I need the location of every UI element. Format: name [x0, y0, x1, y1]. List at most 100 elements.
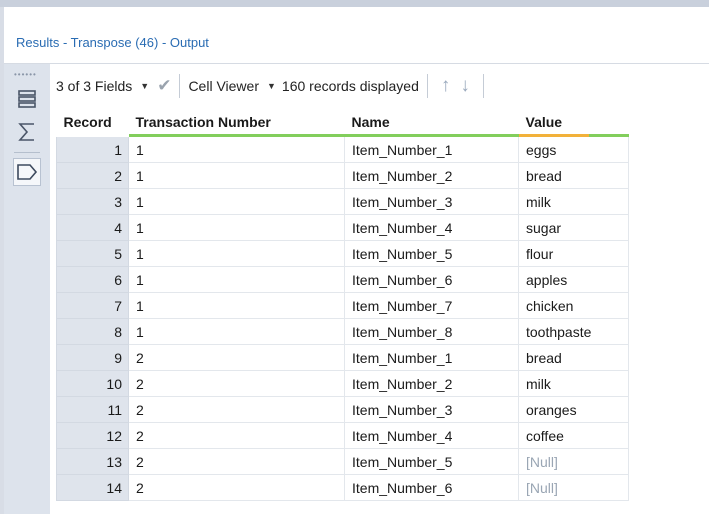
transaction-number-cell[interactable]: 2 — [128, 396, 345, 423]
table-row[interactable]: 11 2 Item_Number_3 oranges — [56, 396, 629, 423]
name-cell[interactable]: Item_Number_3 — [344, 396, 519, 423]
toolbar-separator — [179, 74, 181, 98]
transaction-number-cell[interactable]: 1 — [128, 292, 345, 319]
arrow-up-icon[interactable]: ↑ — [441, 75, 451, 97]
transaction-number-cell[interactable]: 1 — [128, 135, 345, 163]
table-row[interactable]: 3 1 Item_Number_3 milk — [56, 188, 629, 215]
record-cell[interactable]: 12 — [56, 422, 129, 449]
chevron-down-icon: ▼ — [266, 81, 276, 91]
table-row[interactable]: 12 2 Item_Number_4 coffee — [56, 422, 629, 449]
transaction-number-cell[interactable]: 2 — [128, 448, 345, 475]
record-cell[interactable]: 14 — [56, 474, 129, 501]
value-cell[interactable]: milk — [518, 188, 629, 215]
record-cell[interactable]: 8 — [56, 318, 129, 345]
name-cell[interactable]: Item_Number_6 — [344, 266, 519, 293]
name-cell[interactable]: Item_Number_5 — [344, 448, 519, 475]
table-view-button[interactable] — [14, 86, 40, 112]
table-row[interactable]: 2 1 Item_Number_2 bread — [56, 162, 629, 189]
value-cell[interactable]: oranges — [518, 396, 629, 423]
summary-button[interactable] — [14, 119, 40, 145]
column-header-record[interactable]: Record — [56, 109, 129, 137]
table-row[interactable]: 1 1 Item_Number_1 eggs — [56, 135, 629, 163]
value-cell[interactable]: chicken — [518, 292, 629, 319]
value-cell[interactable]: eggs — [518, 135, 629, 163]
record-cell[interactable]: 2 — [56, 162, 129, 189]
cell-viewer-selector[interactable]: Cell Viewer ▼ — [188, 78, 281, 94]
transaction-number-cell[interactable]: 1 — [128, 318, 345, 345]
value-cell[interactable]: sugar — [518, 214, 629, 241]
transaction-number-cell[interactable]: 2 — [128, 422, 345, 449]
record-cell[interactable]: 5 — [56, 240, 129, 267]
value-cell[interactable]: milk — [518, 370, 629, 397]
sigma-icon — [18, 123, 34, 141]
table-header-row: Record Transaction Number Name Value — [56, 109, 629, 137]
column-header-transaction-number[interactable]: Transaction Number — [128, 109, 345, 137]
name-cell[interactable]: Item_Number_2 — [344, 370, 519, 397]
chevron-down-icon: ▼ — [140, 81, 150, 91]
value-cell[interactable]: bread — [518, 344, 629, 371]
record-cell[interactable]: 10 — [56, 370, 129, 397]
table-row[interactable]: 6 1 Item_Number_6 apples — [56, 266, 629, 293]
table-row[interactable]: 4 1 Item_Number_4 sugar — [56, 214, 629, 241]
name-cell[interactable]: Item_Number_6 — [344, 474, 519, 501]
side-toolbar-separator — [14, 152, 40, 153]
table-row[interactable]: 13 2 Item_Number_5 [Null] — [56, 448, 629, 475]
table-row[interactable]: 14 2 Item_Number_6 [Null] — [56, 474, 629, 501]
grip-dots-icon[interactable]: •••••• — [14, 70, 37, 79]
transaction-number-cell[interactable]: 2 — [128, 344, 345, 371]
transaction-number-cell[interactable]: 2 — [128, 370, 345, 397]
name-cell[interactable]: Item_Number_4 — [344, 422, 519, 449]
value-cell[interactable]: coffee — [518, 422, 629, 449]
fields-label: 3 of 3 Fields — [56, 78, 133, 94]
window-top-border — [0, 0, 709, 7]
name-cell[interactable]: Item_Number_8 — [344, 318, 519, 345]
value-cell[interactable]: [Null] — [518, 448, 629, 475]
transaction-number-cell[interactable]: 2 — [128, 474, 345, 501]
toolbar-separator — [482, 74, 484, 98]
column-header-name[interactable]: Name — [344, 109, 519, 137]
fields-selector[interactable]: 3 of 3 Fields ▼ — [56, 78, 155, 94]
table-row[interactable]: 5 1 Item_Number_5 flour — [56, 240, 629, 267]
value-cell[interactable]: [Null] — [518, 474, 629, 501]
records-displayed-label: 160 records displayed — [281, 78, 419, 94]
table-row[interactable]: 7 1 Item_Number_7 chicken — [56, 292, 629, 319]
table-row[interactable]: 8 1 Item_Number_8 toothpaste — [56, 318, 629, 345]
tag-icon — [17, 164, 38, 180]
value-cell[interactable]: apples — [518, 266, 629, 293]
table-view-icon — [18, 90, 36, 108]
name-cell[interactable]: Item_Number_3 — [344, 188, 519, 215]
transaction-number-cell[interactable]: 1 — [128, 188, 345, 215]
column-header-value[interactable]: Value — [518, 109, 629, 137]
record-cell[interactable]: 1 — [56, 135, 129, 163]
name-cell[interactable]: Item_Number_4 — [344, 214, 519, 241]
record-cell[interactable]: 9 — [56, 344, 129, 371]
transaction-number-cell[interactable]: 1 — [128, 162, 345, 189]
name-cell[interactable]: Item_Number_1 — [344, 135, 519, 163]
results-toolbar: 3 of 3 Fields ▼ ✔ Cell Viewer ▼ 160 reco… — [56, 70, 706, 102]
data-table: Record Transaction Number Name Value 11I… — [56, 109, 629, 501]
tag-button[interactable] — [13, 158, 41, 186]
record-cell[interactable]: 6 — [56, 266, 129, 293]
name-cell[interactable]: Item_Number_5 — [344, 240, 519, 267]
record-cell[interactable]: 11 — [56, 396, 129, 423]
record-cell[interactable]: 4 — [56, 214, 129, 241]
transaction-number-cell[interactable]: 1 — [128, 266, 345, 293]
checkmark-icon[interactable]: ✔ — [157, 76, 171, 96]
name-cell[interactable]: Item_Number_1 — [344, 344, 519, 371]
transaction-number-cell[interactable]: 1 — [128, 214, 345, 241]
results-grid: Record Transaction Number Name Value 11I… — [56, 109, 706, 501]
transaction-number-cell[interactable]: 1 — [128, 240, 345, 267]
name-cell[interactable]: Item_Number_7 — [344, 292, 519, 319]
record-cell[interactable]: 7 — [56, 292, 129, 319]
value-cell[interactable]: toothpaste — [518, 318, 629, 345]
cell-viewer-label: Cell Viewer — [188, 78, 259, 94]
table-row[interactable]: 9 2 Item_Number_1 bread — [56, 344, 629, 371]
name-cell[interactable]: Item_Number_2 — [344, 162, 519, 189]
value-cell[interactable]: bread — [518, 162, 629, 189]
record-cell[interactable]: 3 — [56, 188, 129, 215]
arrow-down-icon[interactable]: ↓ — [460, 75, 470, 97]
table-row[interactable]: 10 2 Item_Number_2 milk — [56, 370, 629, 397]
value-cell[interactable]: flour — [518, 240, 629, 267]
toolbar-separator — [426, 74, 428, 98]
record-cell[interactable]: 13 — [56, 448, 129, 475]
